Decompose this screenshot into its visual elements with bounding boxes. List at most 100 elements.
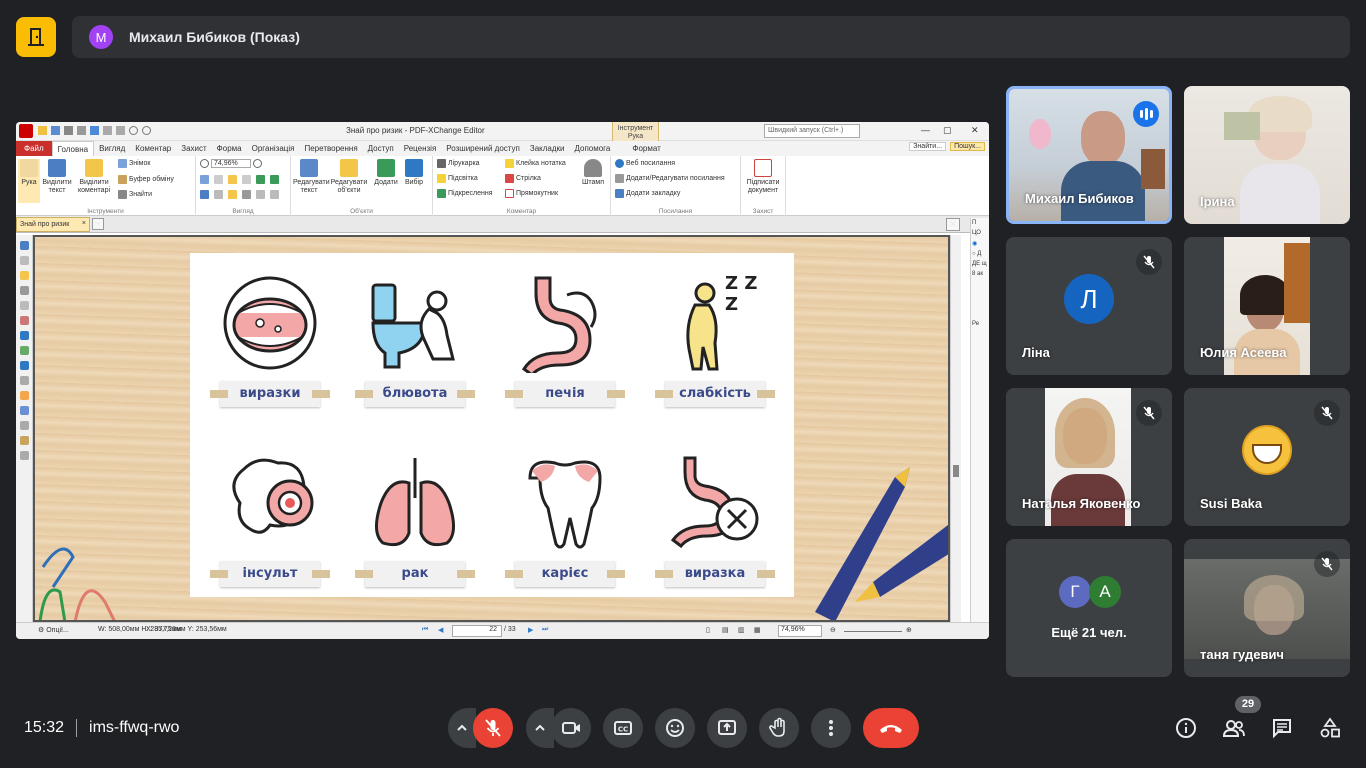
tab-bookmarks[interactable]: Закладки <box>525 141 570 156</box>
fit-visible-icon[interactable] <box>242 175 251 184</box>
page-thumb-icon[interactable] <box>214 190 223 199</box>
fit-page-icon[interactable] <box>200 175 209 184</box>
thumbnails-panel-icon[interactable] <box>19 256 29 265</box>
fields-icon[interactable] <box>270 190 279 199</box>
new-tab-button[interactable]: + <box>92 218 104 230</box>
present-screen-button[interactable] <box>707 708 747 748</box>
web-links-button[interactable]: Веб посилання <box>615 159 675 168</box>
pages-panel-icon[interactable] <box>19 451 29 460</box>
more-options-button[interactable] <box>811 708 851 748</box>
participant-tile[interactable]: таня гудевич <box>1184 539 1350 677</box>
pane-radio-2[interactable]: ○ Д <box>971 249 989 259</box>
search-panel-icon[interactable] <box>19 406 29 415</box>
add-bookmark-button[interactable]: Додати закладку <box>615 189 680 198</box>
properties-panel-icon[interactable] <box>19 391 29 400</box>
hand-tool-button[interactable]: Рука <box>18 159 40 203</box>
comments-panel-icon[interactable] <box>19 271 29 280</box>
comment-list-icon[interactable] <box>228 190 237 199</box>
snapshot-button[interactable]: Знімок <box>118 159 150 168</box>
layers-icon[interactable] <box>256 190 265 199</box>
participant-tile[interactable]: Юлия Асеева <box>1184 237 1350 375</box>
page-number-input[interactable]: 22 <box>452 625 502 637</box>
meeting-home-button[interactable] <box>16 17 56 57</box>
leave-call-button[interactable] <box>863 708 919 748</box>
chat-button[interactable] <box>1268 714 1296 742</box>
sticky-note-button[interactable]: Клейка нотатка <box>505 159 566 168</box>
tab-format[interactable]: Формат <box>627 141 665 156</box>
participant-tile[interactable]: Ірина <box>1184 86 1350 224</box>
structure-panel-icon[interactable] <box>19 421 29 430</box>
reactions-button[interactable] <box>655 708 695 748</box>
minimize-icon[interactable]: — <box>921 125 930 135</box>
pane-radio-1[interactable]: ◉ <box>971 238 989 249</box>
tab-help[interactable]: Допомога <box>569 141 615 156</box>
activities-button[interactable] <box>1316 714 1344 742</box>
arrow-button[interactable]: Стрілка <box>505 174 541 183</box>
tab-convert[interactable]: Перетворення <box>299 141 362 156</box>
select-button[interactable]: Вибір <box>401 159 427 187</box>
audio-options-chevron[interactable] <box>448 708 476 748</box>
tab-comment[interactable]: Коментар <box>130 141 176 156</box>
search-button[interactable]: Пошук... <box>950 142 985 151</box>
participant-tile[interactable]: Наталья Яковенко <box>1006 388 1172 526</box>
select-text-button[interactable]: Виділити текст <box>42 159 72 195</box>
bookmarks-panel-icon[interactable] <box>19 241 29 250</box>
tab-view[interactable]: Вигляд <box>94 141 130 156</box>
tab-review[interactable]: Рецензія <box>399 141 442 156</box>
pencil-button[interactable]: Лірукарка <box>437 159 480 168</box>
first-page-icon[interactable]: ⏮ <box>422 626 428 634</box>
quick-launch-input[interactable]: Швидкий запуск (Ctrl+.) <box>764 124 860 138</box>
signatures-panel-icon[interactable] <box>19 316 29 325</box>
layers-panel-icon[interactable] <box>19 301 29 310</box>
rotate-left-icon[interactable] <box>256 175 265 184</box>
last-page-icon[interactable]: ⏭ <box>542 626 548 634</box>
find-tool-button[interactable]: Знайти <box>118 190 152 199</box>
edit-objects-button[interactable]: Редагувати об'єкти <box>329 159 369 195</box>
add-button[interactable]: Додати <box>373 159 399 187</box>
scrollbar-thumb[interactable] <box>953 465 959 477</box>
clipboard-button[interactable]: Буфер обміну <box>118 175 174 184</box>
zoom-level-input[interactable]: 74,96% <box>778 625 822 637</box>
fields-panel-icon[interactable] <box>19 436 29 445</box>
rotate-right-icon[interactable] <box>270 175 279 184</box>
more-participants-tile[interactable]: Г А Ещё 21 чел. <box>1006 539 1172 677</box>
zoom-slider[interactable] <box>844 631 902 632</box>
find-button[interactable]: Знайти... <box>909 142 947 151</box>
rectangle-button[interactable]: Прямокутник <box>505 189 558 198</box>
mic-toggle-button[interactable] <box>473 708 513 748</box>
people-button[interactable] <box>1220 714 1248 742</box>
raise-hand-button[interactable] <box>759 708 799 748</box>
attachment-icon[interactable] <box>242 190 251 199</box>
underline-button[interactable]: Підкреслення <box>437 189 493 198</box>
tab-organize[interactable]: Організація <box>247 141 300 156</box>
stamp-button[interactable]: Штамп <box>579 159 607 187</box>
close-window-icon[interactable]: ✕ <box>971 125 979 136</box>
video-options-chevron[interactable] <box>526 708 554 748</box>
meeting-details-button[interactable] <box>1172 714 1200 742</box>
next-page-icon[interactable]: ▶ <box>528 626 533 634</box>
document-canvas[interactable]: виразки блювота печія Z Z Z слабкість ін… <box>33 235 950 622</box>
edit-text-button[interactable]: Редагувати текст <box>293 159 330 195</box>
attachments-panel-icon[interactable] <box>19 286 29 295</box>
facing-icon[interactable]: ▥ <box>738 626 745 634</box>
actual-size-icon[interactable] <box>214 175 223 184</box>
sign-document-button[interactable]: Підписати документ <box>743 159 783 195</box>
document-tab[interactable]: Знай про ризик × <box>16 217 90 232</box>
tab-extended-access[interactable]: Розширений доступ <box>441 141 525 156</box>
cover-icon[interactable]: ▦ <box>754 626 761 634</box>
highlight-button[interactable]: Підсвітка <box>437 174 478 183</box>
participant-tile[interactable]: Михаил Бибиков <box>1006 86 1172 224</box>
tab-file[interactable]: Файл <box>16 141 52 156</box>
continuous-icon[interactable]: ▤ <box>722 626 729 634</box>
tab-protect[interactable]: Захист <box>176 141 211 156</box>
captions-button[interactable]: CC <box>603 708 643 748</box>
tab-access[interactable]: Доступ <box>363 141 399 156</box>
participant-tile[interactable]: Л Ліна <box>1006 237 1172 375</box>
zoom-out-status-icon[interactable]: ⊖ <box>830 626 836 634</box>
tab-home[interactable]: Головна <box>51 141 95 156</box>
destinations-panel-icon[interactable] <box>19 346 29 355</box>
tab-form[interactable]: Форма <box>212 141 247 156</box>
close-tab-icon[interactable]: × <box>82 220 86 227</box>
zoom-in-status-icon[interactable]: ⊕ <box>906 626 912 634</box>
participant-tile[interactable]: Susi Baka <box>1184 388 1350 526</box>
